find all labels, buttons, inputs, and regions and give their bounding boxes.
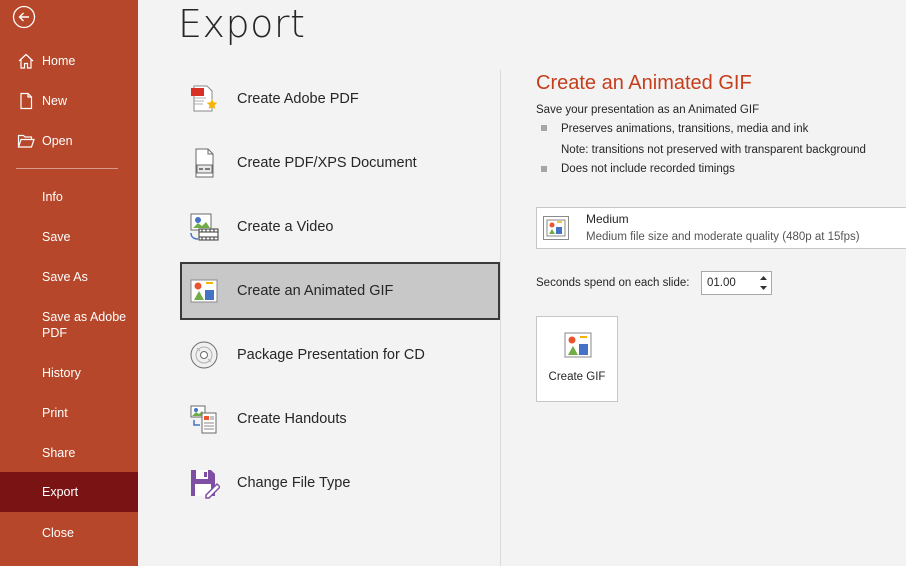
quality-dropdown[interactable]: Medium Medium file size and moderate qua… bbox=[536, 207, 906, 249]
create-gif-button[interactable]: Create GIF bbox=[536, 316, 618, 402]
animated-gif-icon bbox=[188, 275, 220, 307]
panel-bullet: Does not include recorded timings bbox=[561, 163, 735, 175]
sidebar-item-label: History bbox=[42, 366, 81, 380]
sidebar-item-history[interactable]: History bbox=[0, 353, 138, 393]
seconds-label: Seconds spend on each slide: bbox=[536, 277, 690, 289]
sidebar-item-save[interactable]: Save bbox=[0, 217, 138, 257]
new-document-icon bbox=[16, 91, 36, 111]
option-create-animated-gif[interactable]: Create an Animated GIF bbox=[180, 262, 500, 320]
adobe-pdf-icon bbox=[188, 83, 220, 115]
sidebar-item-label: Home bbox=[42, 54, 76, 68]
cd-icon bbox=[188, 339, 220, 371]
sidebar-item-label: Export bbox=[42, 485, 79, 499]
seconds-input[interactable] bbox=[702, 272, 758, 294]
pdf-xps-icon bbox=[188, 147, 220, 179]
option-label: Create Handouts bbox=[237, 411, 347, 427]
change-file-type-icon bbox=[188, 467, 220, 499]
create-gif-label: Create GIF bbox=[548, 371, 606, 383]
option-change-file-type[interactable]: Change File Type bbox=[180, 454, 500, 512]
sidebar-item-print[interactable]: Print bbox=[0, 393, 138, 433]
chevron-down-icon[interactable] bbox=[758, 283, 769, 293]
option-create-adobe-pdf[interactable]: Create Adobe PDF bbox=[180, 70, 500, 128]
option-label: Create an Animated GIF bbox=[237, 283, 394, 299]
sidebar-item-label: Save As bbox=[42, 270, 88, 284]
bullet-icon bbox=[541, 166, 547, 172]
sidebar-item-export[interactable]: Export bbox=[0, 472, 138, 512]
sidebar-item-label: Open bbox=[42, 134, 73, 148]
sidebar-item-label: Share bbox=[42, 446, 76, 460]
chevron-up-icon[interactable] bbox=[758, 273, 769, 283]
page-title: Export bbox=[178, 2, 306, 46]
sidebar-item-info[interactable]: Info bbox=[0, 177, 138, 217]
sidebar-item-label: Save as Adobe PDF bbox=[42, 310, 127, 340]
quality-description: Medium file size and moderate quality (4… bbox=[586, 231, 860, 243]
option-label: Change File Type bbox=[237, 475, 351, 491]
sidebar-item-share[interactable]: Share bbox=[0, 433, 138, 473]
sidebar-item-label: Save bbox=[42, 230, 71, 244]
sidebar-item-label: New bbox=[42, 94, 68, 108]
sidebar-item-close[interactable]: Close bbox=[0, 513, 138, 553]
panel-title: Create an Animated GIF bbox=[536, 72, 752, 94]
backstage-sidebar: Home New Open Info Save Save As Save as … bbox=[0, 0, 138, 566]
option-create-handouts[interactable]: Create Handouts bbox=[180, 390, 500, 448]
sidebar-item-save-as[interactable]: Save As bbox=[0, 257, 138, 297]
sidebar-item-save-as-adobe-pdf[interactable]: Save as Adobe PDF bbox=[0, 300, 138, 348]
option-create-video[interactable]: Create a Video bbox=[180, 198, 500, 256]
sidebar-item-open[interactable]: Open bbox=[0, 121, 138, 161]
panel-divider bbox=[500, 70, 501, 566]
panel-bullet: Preserves animations, transitions, media… bbox=[561, 123, 809, 135]
seconds-stepper[interactable] bbox=[701, 271, 772, 295]
quality-icon bbox=[543, 216, 569, 240]
animated-gif-icon bbox=[564, 332, 592, 358]
sidebar-item-home[interactable]: Home bbox=[0, 41, 138, 81]
option-package-cd[interactable]: Package Presentation for CD bbox=[180, 326, 500, 384]
back-arrow-icon[interactable] bbox=[12, 5, 36, 29]
sidebar-divider bbox=[16, 168, 118, 169]
sidebar-item-label: Info bbox=[42, 190, 63, 204]
sidebar-item-label: Close bbox=[42, 526, 74, 540]
option-label: Create Adobe PDF bbox=[237, 91, 359, 107]
option-label: Create PDF/XPS Document bbox=[237, 155, 417, 171]
sidebar-item-new[interactable]: New bbox=[0, 81, 138, 121]
bullet-icon bbox=[541, 125, 547, 131]
option-create-pdf-xps[interactable]: Create PDF/XPS Document bbox=[180, 134, 500, 192]
option-label: Package Presentation for CD bbox=[237, 347, 425, 363]
home-icon bbox=[16, 51, 36, 71]
folder-open-icon bbox=[16, 131, 36, 151]
video-icon bbox=[188, 211, 220, 243]
sidebar-item-label: Print bbox=[42, 406, 68, 420]
quality-title: Medium bbox=[586, 212, 629, 226]
handouts-icon bbox=[188, 403, 220, 435]
panel-subtitle: Save your presentation as an Animated GI… bbox=[536, 104, 760, 116]
option-label: Create a Video bbox=[237, 219, 334, 235]
panel-note: Note: transitions not preserved with tra… bbox=[561, 144, 866, 156]
